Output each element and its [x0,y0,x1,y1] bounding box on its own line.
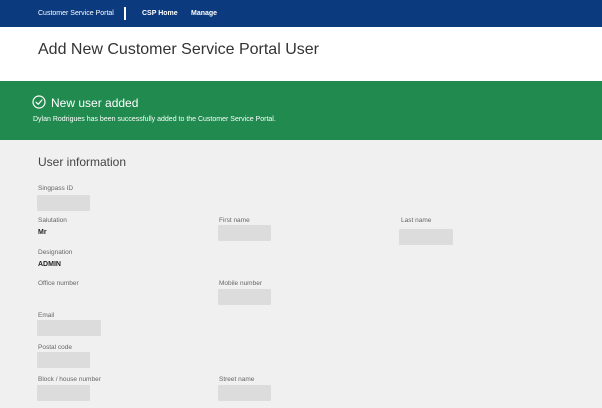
success-alert: New user added Dylan Rodrigues has been … [0,81,602,140]
office-number-label: Office number [38,280,79,287]
mobile-number-value [218,289,271,305]
mobile-number-label: Mobile number [219,280,262,287]
first-name-label: First name [219,217,250,224]
alert-message: Dylan Rodrigues has been successfully ad… [33,116,276,123]
designation-value: ADMIN [38,261,61,268]
check-circle-icon [32,95,46,109]
postal-code-label: Postal code [38,344,72,351]
alert-title: New user added [51,96,139,110]
block-house-number-label: Block / house number [38,376,101,383]
postal-code-value [37,352,90,368]
salutation-value: Mr [38,229,47,236]
page-header: Add New Customer Service Portal User [0,27,602,81]
section-title: User information [38,155,127,169]
street-name-value [218,385,271,401]
email-label: Email [38,312,55,319]
nav-manage[interactable]: Manage [191,10,217,17]
nav-divider [124,7,126,20]
street-name-label: Street name [219,376,255,383]
singpass-id-value [37,195,90,211]
email-value [37,320,101,336]
last-name-value [399,229,453,245]
salutation-label: Salutation [38,217,67,224]
first-name-value [218,225,271,241]
top-navigation-bar: Customer Service Portal CSP Home Manage [0,0,602,27]
last-name-label: Last name [401,217,432,224]
designation-label: Designation [38,249,73,256]
nav-csp-home[interactable]: CSP Home [142,10,178,17]
singpass-id-label: Singpass ID [38,185,74,192]
portal-brand[interactable]: Customer Service Portal [38,10,114,17]
page-title: Add New Customer Service Portal User [38,41,319,58]
block-house-number-value [37,385,90,401]
